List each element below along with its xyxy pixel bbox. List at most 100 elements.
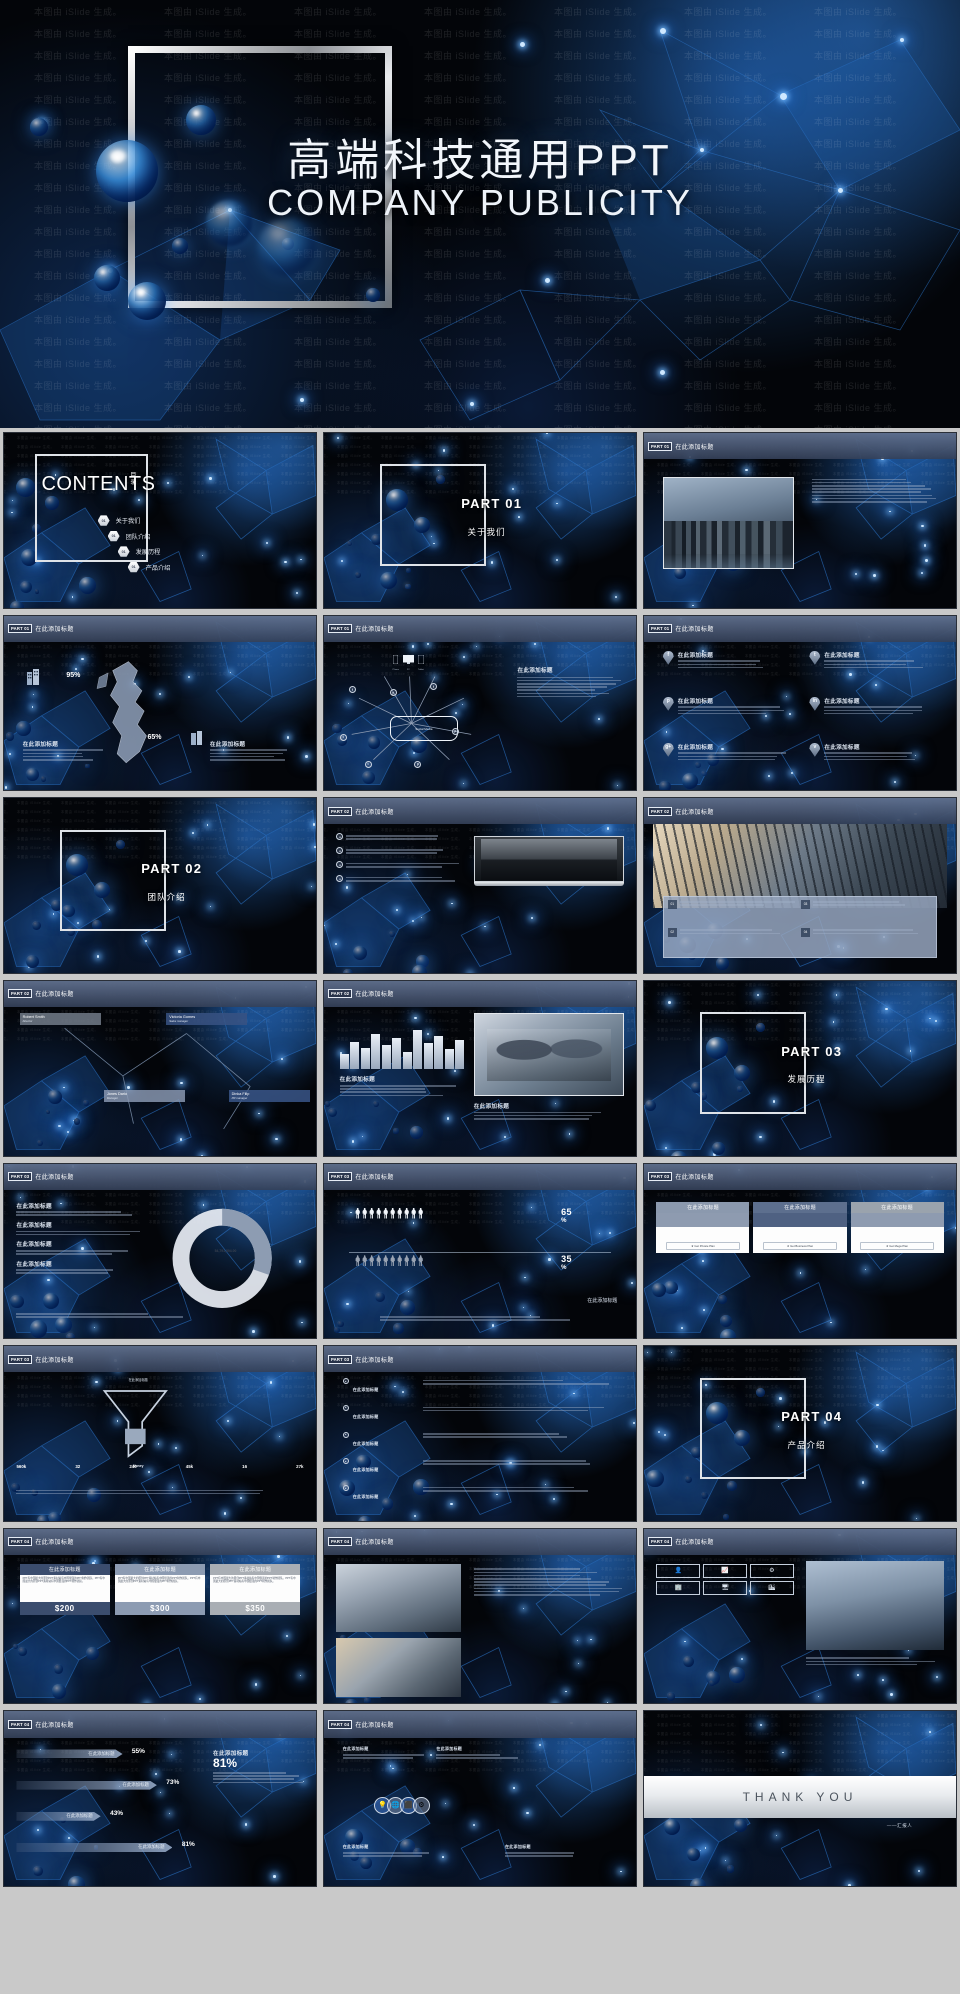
slide-body: Robert Smith Director Victoria Gomes Sal… — [4, 1007, 316, 1155]
social-icon[interactable]: p — [452, 728, 459, 735]
list-item[interactable]: 01 团队介绍 — [108, 531, 171, 542]
slide-thumbnail[interactable]: 本图由 iSlide 生成。本图由 iSlide 生成。本图由 iSlide 生… — [3, 1345, 317, 1522]
person-icon — [355, 1255, 360, 1266]
funnel-graphic — [101, 1378, 170, 1476]
slide-thumbnail[interactable]: 本图由 iSlide 生成。本图由 iSlide 生成。本图由 iSlide 生… — [323, 615, 637, 792]
list-item[interactable]: 01 关于我们 — [98, 515, 171, 526]
person-icon — [411, 1255, 416, 1266]
slide-thumbnail[interactable]: 本图由 iSlide 生成。本图由 iSlide 生成。本图由 iSlide 生… — [643, 797, 957, 974]
bubble-decor — [35, 589, 39, 593]
social-icon[interactable]: t — [365, 761, 372, 768]
arrow-bar: 在此添加标题 — [16, 1781, 156, 1790]
slide-thumbnail[interactable]: 本图由 iSlide 生成。本图由 iSlide 生成。本图由 iSlide 生… — [323, 1163, 637, 1340]
node-title: 在此添加标题 — [343, 1844, 430, 1850]
slide-thumbnail[interactable]: 本图由 iSlide 生成。本图由 iSlide 生成。本图由 iSlide 生… — [643, 1345, 957, 1522]
slide-thumbnail-grid: 本图由 iSlide 生成。本图由 iSlide 生成。本图由 iSlide 生… — [0, 428, 960, 1891]
hero-slide: 本图由 iSlide 生成。 本图由 iSlide 生成。 本图由 iSlide 生… — [0, 0, 960, 428]
slide-thumbnail[interactable]: 本图由 iSlide 生成。本图由 iSlide 生成。本图由 iSlide 生… — [323, 980, 637, 1157]
slide-thumbnail[interactable]: 本图由 iSlide 生成。本图由 iSlide 生成。本图由 iSlide 生… — [3, 432, 317, 609]
person-icon — [376, 1208, 381, 1219]
slide-thumbnail[interactable]: 本图由 iSlide 生成。本图由 iSlide 生成。本图由 iSlide 生… — [323, 1345, 637, 1522]
team-card[interactable]: Dinka Filip PR manager — [229, 1090, 310, 1102]
circle-caption: 在此添加标题 — [343, 1746, 430, 1760]
slide-header: PART 03 在此添加标题 — [4, 1164, 316, 1190]
part-badge: PART 04 — [328, 1720, 352, 1729]
slide-thumbnail[interactable]: 本图由 iSlide 生成。本图由 iSlide 生成。本图由 iSlide 生… — [323, 432, 637, 609]
slide-title: 在此添加标题 — [355, 989, 393, 998]
plan-banner — [851, 1213, 944, 1227]
circle-caption: 在此添加标题 — [436, 1746, 523, 1760]
slide-thumbnail[interactable]: 本图由 iSlide 生成。本图由 iSlide 生成。本图由 iSlide 生… — [3, 1710, 317, 1887]
feature-icon[interactable]: 🖥 — [703, 1581, 747, 1595]
slide-thumbnail[interactable]: 本图由 iSlide 生成。本图由 iSlide 生成。本图由 iSlide 生… — [643, 1163, 957, 1340]
slide-thumbnail[interactable]: 本图由 iSlide 生成。本图由 iSlide 生成。本图由 iSlide 生… — [643, 980, 957, 1157]
stat-value: 45k — [186, 1464, 193, 1469]
circle-caption: 在此添加标题 — [343, 1844, 430, 1858]
team-card[interactable]: Jones Dario Manager — [104, 1090, 185, 1102]
social-icon[interactable]: y — [390, 689, 397, 696]
slide-thumbnail[interactable]: 本图由 iSlide 生成。本图由 iSlide 生成。本图由 iSlide 生… — [323, 1710, 637, 1887]
social-entry[interactable]: in 在此添加标题 — [809, 697, 934, 716]
slide-thumbnail[interactable]: 本图由 iSlide 生成。本图由 iSlide 生成。本图由 iSlide 生… — [643, 1710, 957, 1887]
slide-thumbnail[interactable]: 本图由 iSlide 生成。本图由 iSlide 生成。本图由 iSlide 生… — [643, 1528, 957, 1705]
bar-label: 在此添加标题 — [88, 1751, 114, 1757]
slide-thumbnail[interactable]: 本图由 iSlide 生成。本图由 iSlide 生成。本图由 iSlide 生… — [3, 615, 317, 792]
feature-icon[interactable]: ⚙ — [750, 1564, 794, 1578]
social-entry[interactable]: g+ 在此添加标题 — [663, 743, 788, 762]
part-badge: PART 03 — [8, 1172, 32, 1181]
slide-thumbnail[interactable]: 本图由 iSlide 生成。本图由 iSlide 生成。本图由 iSlide 生… — [3, 1528, 317, 1705]
slide-thumbnail[interactable]: 本图由 iSlide 生成。本图由 iSlide 生成。本图由 iSlide 生… — [3, 1163, 317, 1340]
social-entry[interactable]: v 在此添加标题 — [809, 743, 934, 762]
hexagon-number: 01 — [118, 546, 130, 557]
photo-tower — [806, 1561, 943, 1650]
left-text: 在此添加标题 — [340, 1075, 459, 1097]
plan-button[interactable]: ★ Get Business Plan — [763, 1242, 837, 1250]
side-text-block: 在此添加标题 — [517, 666, 623, 699]
feature-icon[interactable]: 👤 — [656, 1564, 700, 1578]
feature-icon[interactable]: 🏙 — [750, 1581, 794, 1595]
card-price: $200 — [20, 1602, 110, 1615]
list-item[interactable]: 01 发展历程 — [118, 546, 171, 557]
circle-node[interactable]: ⚙ — [413, 1797, 430, 1814]
part-badge: PART 01 — [648, 442, 672, 451]
feature-icon[interactable]: 🏢 — [656, 1581, 700, 1595]
item-title: 在此添加标题 — [353, 1441, 379, 1446]
pricing-card[interactable]: 在此添加标题 PPT有中国最大的原创PPT素材站有中国很强的PPT制作团队。PP… — [115, 1564, 205, 1615]
plan-card[interactable]: 在此添加标题 ★ Get Private Plan — [656, 1202, 749, 1253]
plan-button[interactable]: ★ Get Mega Plan — [860, 1242, 934, 1250]
card-price: $300 — [115, 1602, 205, 1615]
pricing-card[interactable]: 在此添加标题 PPT有中国最大的原创PPT素材站有中国很强的PPT制作团队。PP… — [210, 1564, 300, 1615]
plan-card[interactable]: 在此添加标题 ★ Get Mega Plan — [851, 1202, 944, 1253]
slide-thumbnail[interactable]: 本图由 iSlide 生成。本图由 iSlide 生成。本图由 iSlide 生… — [643, 432, 957, 609]
list-item[interactable]: 01 产品介绍 — [128, 562, 171, 573]
plan-button[interactable]: ★ Get Private Plan — [666, 1242, 740, 1250]
plan-card[interactable]: 在此添加标题 ★ Get Business Plan — [753, 1202, 846, 1253]
pricing-card[interactable]: 在此添加标题 PPT有中国最大的原创PPT素材站有中国很强的PPT制作团队。PP… — [20, 1564, 110, 1615]
slide-header: PART 01 在此添加标题 — [644, 616, 956, 642]
bubble-decor — [664, 1819, 680, 1835]
bubble-decor — [94, 265, 120, 291]
right-text: 在此添加标题 — [474, 1102, 611, 1121]
slide-title: 在此添加标题 — [355, 624, 393, 633]
bar-label: 在此添加标题 — [123, 1782, 149, 1788]
footer-text — [16, 1311, 184, 1319]
slide-thumbnail[interactable]: 本图由 iSlide 生成。本图由 iSlide 生成。本图由 iSlide 生… — [643, 615, 957, 792]
member-role: PR manager — [232, 1096, 307, 1100]
person-icon — [397, 1255, 402, 1266]
social-icon-pin: g+ — [663, 743, 674, 757]
slide-thumbnail[interactable]: 本图由 iSlide 生成。本图由 iSlide 生成。本图由 iSlide 生… — [323, 797, 637, 974]
bubble-decor — [685, 1476, 692, 1483]
slide-thumbnail[interactable]: 本图由 iSlide 生成。本图由 iSlide 生成。本图由 iSlide 生… — [3, 980, 317, 1157]
feature-icon[interactable]: 📈 — [703, 1564, 747, 1578]
social-icon[interactable]: t — [340, 734, 347, 741]
pricing-cards: 在此添加标题 PPT有中国最大的原创PPT素材站有中国很强的PPT制作团队。PP… — [20, 1564, 301, 1615]
slide-thumbnail[interactable]: 本图由 iSlide 生成。本图由 iSlide 生成。本图由 iSlide 生… — [3, 797, 317, 974]
slide-thumbnail[interactable]: 本图由 iSlide 生成。本图由 iSlide 生成。本图由 iSlide 生… — [323, 1528, 637, 1705]
team-card[interactable]: Robert Smith Director — [20, 1013, 101, 1025]
social-entry[interactable]: p 在此添加标题 — [663, 697, 788, 716]
social-entry[interactable]: t 在此添加标题 — [809, 651, 934, 670]
social-entry[interactable]: f 在此添加标题 — [663, 651, 788, 670]
team-card[interactable]: Victoria Gomes Sales manager — [166, 1013, 247, 1025]
slide-body: f 在此添加标题 t 在此添加标题 p 在此添加标题 in 在此添加标题 g+ … — [644, 642, 956, 790]
slide-title: 在此添加标题 — [355, 1172, 393, 1181]
